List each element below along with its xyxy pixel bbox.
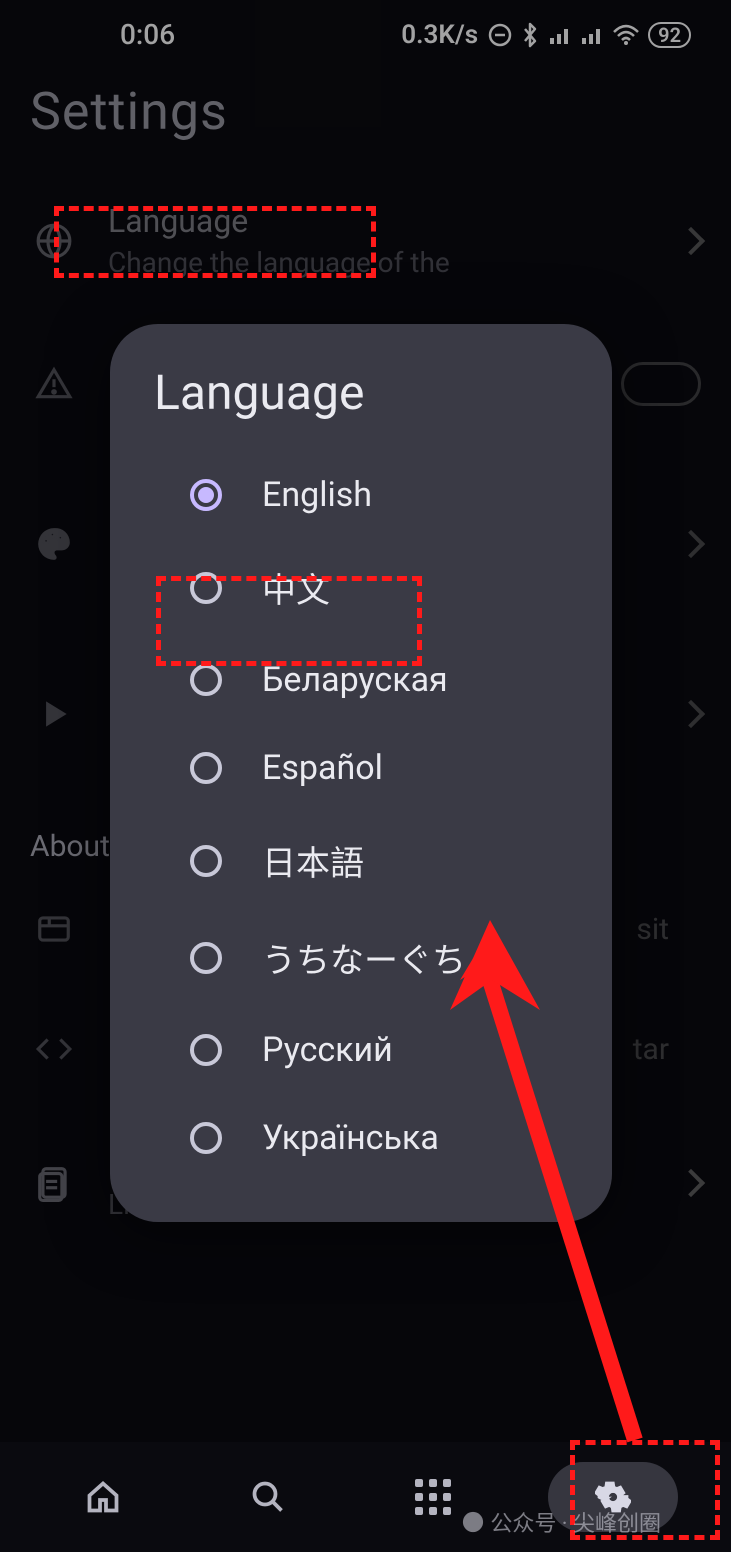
language-option-label: English — [262, 475, 372, 515]
language-option-5[interactable]: うちなーぐち — [140, 909, 582, 1006]
language-option-label: 日本語 — [262, 836, 364, 885]
radio-icon — [190, 752, 222, 784]
language-option-label: Español — [262, 748, 383, 788]
language-option-3[interactable]: Español — [140, 724, 582, 812]
radio-icon — [190, 845, 222, 877]
watermark: 公众号 · 尖峰创圈 — [462, 1506, 661, 1538]
language-option-2[interactable]: Беларуская — [140, 636, 582, 724]
language-option-label: Русский — [262, 1030, 393, 1070]
radio-icon — [190, 1122, 222, 1154]
radio-icon — [190, 479, 222, 511]
language-option-4[interactable]: 日本語 — [140, 812, 582, 909]
language-dialog: Language English 中文 Беларуская Español 日本語うち… — [110, 324, 612, 1222]
radio-icon — [190, 664, 222, 696]
language-option-1[interactable]: 中文 — [140, 539, 582, 636]
language-option-6[interactable]: Русский — [140, 1006, 582, 1094]
language-option-label: 中文 — [262, 563, 330, 612]
language-option-label: Українська — [262, 1118, 439, 1158]
nav-home[interactable] — [53, 1462, 153, 1532]
language-option-7[interactable]: Українська — [140, 1094, 582, 1182]
radio-icon — [190, 572, 222, 604]
radio-icon — [190, 1034, 222, 1066]
language-option-0[interactable]: English — [140, 451, 582, 539]
nav-search[interactable] — [218, 1462, 318, 1532]
grid-icon — [415, 1479, 451, 1515]
language-option-label: Беларуская — [262, 660, 448, 700]
language-option-label: うちなーぐち — [262, 933, 466, 982]
dialog-title: Language — [140, 364, 582, 451]
radio-icon — [190, 942, 222, 974]
